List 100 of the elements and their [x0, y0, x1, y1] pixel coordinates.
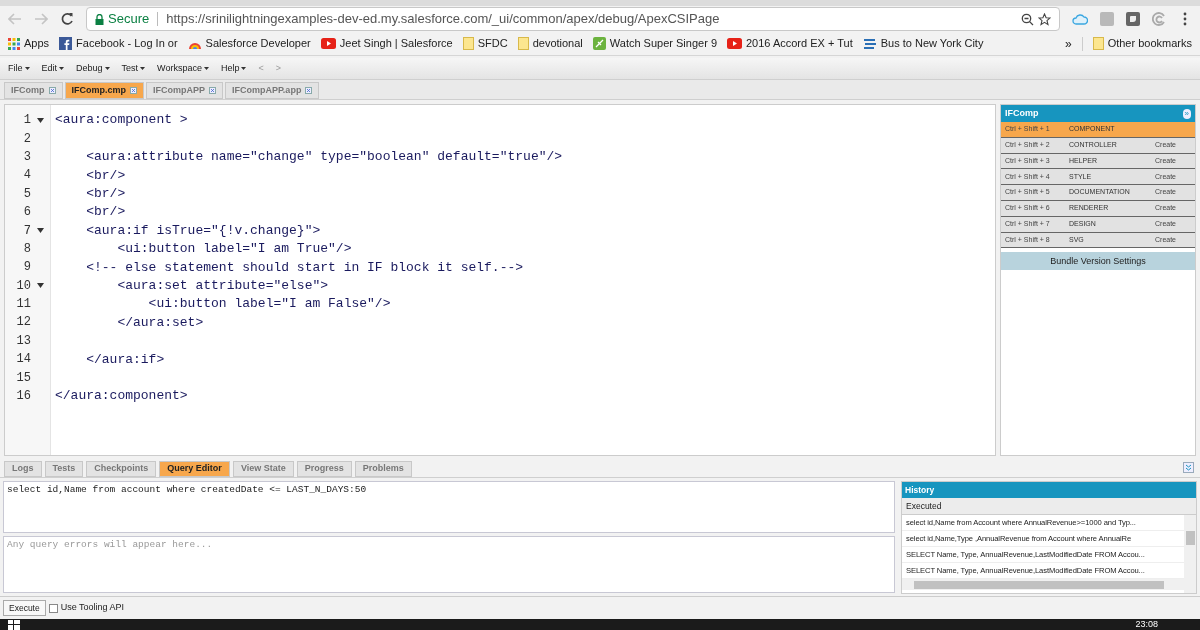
menu-item[interactable]: Test [121, 61, 139, 76]
extension-icon[interactable] [1126, 12, 1140, 26]
caret-icon [140, 67, 146, 70]
fold-toggle-icon[interactable] [37, 283, 44, 289]
bookmark-item[interactable]: SFDC [462, 35, 508, 52]
file-tab[interactable]: IFComp.cmp [64, 82, 144, 99]
close-icon[interactable] [48, 87, 56, 94]
panel-tab[interactable]: Problems [354, 461, 412, 477]
panel-tab[interactable]: View State [232, 461, 294, 477]
caret-icon [59, 67, 65, 70]
code-line: <br/> [85, 166, 126, 185]
bookmark-item[interactable]: 2016 Accord EX + Tut [727, 35, 853, 52]
panel-tab[interactable]: Progress [296, 461, 352, 477]
line-number: 6 [23, 204, 31, 222]
file-tab[interactable]: IFComp [4, 82, 63, 99]
caret-icon [241, 67, 247, 70]
panel-tab[interactable]: Tests [44, 461, 84, 477]
file-tab[interactable]: IFCompAPP [146, 82, 224, 99]
reload-icon[interactable] [60, 12, 74, 26]
video-play-icon [727, 38, 742, 49]
line-number: 7 [23, 222, 31, 240]
code-line: <br/> [85, 185, 126, 203]
menu-item[interactable]: Debug [76, 61, 103, 76]
horizontal-scrollbar[interactable] [902, 579, 1184, 590]
folder-icon [517, 37, 529, 50]
bookmark-item[interactable]: Jeet Singh | Salesforce [320, 35, 453, 52]
panel-tab[interactable]: Logs [4, 461, 42, 477]
line-number: 12 [16, 314, 31, 332]
facebook-icon [59, 37, 73, 50]
code-line: <aura:attribute name="change" type="boolean" default="true"/> [85, 148, 563, 167]
history-title: History [905, 483, 935, 497]
execute-button[interactable]: Execute [3, 600, 46, 616]
folder-icon [462, 37, 474, 50]
folder-icon [1092, 37, 1104, 50]
code-line: </aura:if> [85, 350, 165, 369]
line-number: 5 [23, 185, 31, 203]
collapse-down-icon[interactable] [1183, 462, 1194, 473]
line-number: 4 [23, 167, 31, 185]
line-number: 16 [16, 388, 31, 406]
bundle-version-settings-button[interactable]: Bundle Version Settings [1001, 252, 1195, 271]
panel-tab[interactable]: Query Editor [159, 461, 230, 477]
menu-item[interactable]: File [8, 61, 23, 76]
bookmark-item[interactable]: Other bookmarks [1092, 35, 1192, 52]
code-line: </aura:set> [116, 313, 204, 332]
bookmark-item[interactable]: Watch Super Singer 9 [592, 35, 717, 52]
menu-item[interactable]: Workspace [157, 61, 202, 76]
menu-item[interactable]: Edit [41, 61, 58, 76]
apps-grid-icon [8, 37, 20, 50]
start-icon[interactable] [8, 619, 20, 630]
line-number: 1 [23, 112, 31, 130]
line-number: 8 [23, 240, 31, 258]
column-header: Executed [902, 498, 1196, 515]
swirl-icon[interactable] [1152, 12, 1166, 26]
code-line: <br/> [85, 203, 126, 222]
line-number: 9 [23, 259, 31, 277]
line-number: 13 [16, 332, 31, 350]
tooling-label: Use Tooling API [60, 601, 125, 615]
code-line: <aura:set attribute="else"> [116, 276, 329, 295]
secure-label: Secure [108, 10, 150, 29]
fold-toggle-icon[interactable] [37, 117, 44, 123]
leaf-icon [592, 37, 606, 50]
bookmark-item[interactable]: Bus to New York City [862, 35, 984, 52]
panel-tab[interactable]: Checkpoints [86, 461, 157, 477]
line-number: 11 [16, 296, 31, 314]
vertical-scrollbar[interactable] [1184, 515, 1196, 593]
line-number: 2 [23, 130, 31, 148]
file-tab[interactable]: IFCompAPP.app [225, 82, 320, 99]
close-icon[interactable] [209, 87, 217, 94]
zoom-icon[interactable] [1021, 12, 1034, 26]
code-line: <aura:component > [55, 111, 188, 130]
bookmark-item[interactable]: Apps [8, 35, 50, 52]
close-icon[interactable] [305, 87, 313, 94]
star-icon[interactable] [1038, 12, 1051, 26]
url-text: https://srinilightningexamples-dev-ed.my.salesforce.com/_ui/common/apex/debug/ApexCSIPage [166, 10, 721, 29]
menu-item[interactable]: Help [220, 61, 240, 76]
lock-icon [95, 13, 104, 25]
line-number: 14 [16, 351, 31, 369]
bookmark-item[interactable]: Salesforce Developer [187, 35, 311, 52]
code-line: <!-- else statement should start in IF block it self.--> [85, 258, 524, 277]
close-icon[interactable] [130, 87, 137, 94]
caret-icon [104, 67, 110, 70]
fold-toggle-icon[interactable] [37, 228, 44, 234]
code-line: <ui:button label="I am True"/> [116, 240, 352, 259]
bookmark-item[interactable]: devotional [517, 35, 583, 52]
clock-time: 23:08 [1135, 619, 1158, 630]
line-number: 3 [23, 148, 31, 166]
line-number: 15 [16, 369, 31, 387]
code-line: </aura:component> [55, 387, 188, 406]
address-bar[interactable]: Secure https://srinilightningexamples-dev-ed.my.salesforce.com/_ui/common/apex/debug/ApexCSIPage [86, 7, 1060, 31]
caret-icon [203, 67, 209, 70]
query-input-field[interactable]: select id,Name from account where createdDate <= LAST_N_DAYS:50 [3, 481, 895, 533]
code-line: <ui:button label="I am False"/> [147, 295, 391, 314]
bookmarks-overflow-button[interactable]: » [1064, 34, 1072, 53]
bookmark-item[interactable]: Facebook - Log In or [59, 35, 178, 52]
caret-icon [24, 67, 30, 70]
bundle-title: IFComp [1005, 106, 1039, 120]
tooling-checkbox[interactable] [48, 603, 58, 613]
video-play-icon [320, 38, 336, 49]
code-line: <aura:if isTrue="{!v.change}"> [85, 221, 321, 240]
line-number: 10 [16, 277, 31, 295]
